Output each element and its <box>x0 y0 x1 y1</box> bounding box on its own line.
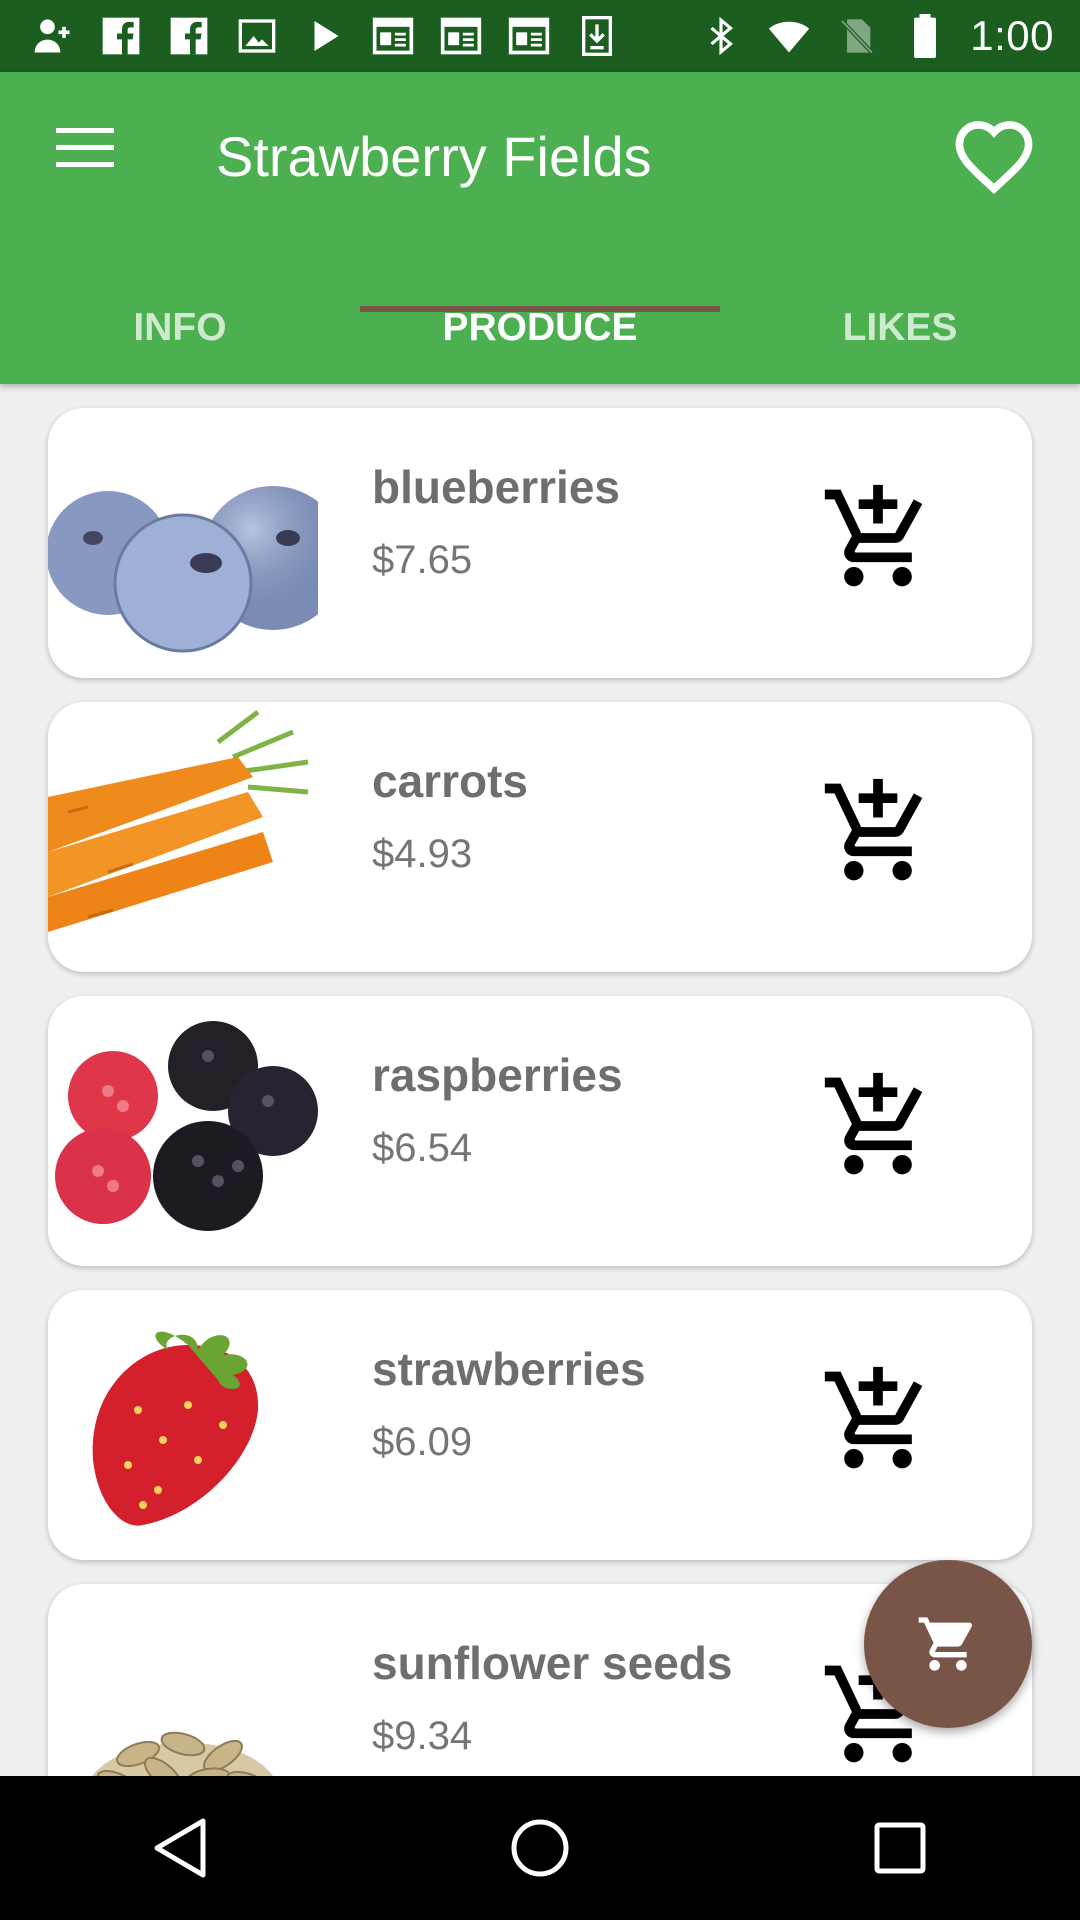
wifi-icon <box>766 13 812 59</box>
menu-button[interactable] <box>40 112 130 184</box>
product-name: sunflower seeds <box>372 1637 733 1689</box>
product-price: $6.54 <box>372 1126 473 1170</box>
product-name: strawberries <box>372 1343 646 1395</box>
strawberry-photo <box>48 1290 318 1560</box>
list-item[interactable]: strawberries $6.09 <box>48 1290 1032 1560</box>
system-icons: 1:00 <box>698 12 1080 60</box>
home-button[interactable] <box>485 1793 595 1903</box>
add-to-cart-button[interactable] <box>820 480 936 596</box>
shopping-cart-icon <box>918 1617 972 1671</box>
add-to-cart-button[interactable] <box>820 1068 936 1184</box>
tab-bar: INFO PRODUCE LIKES <box>0 272 1080 384</box>
sunflower-seeds-photo <box>48 1584 318 1776</box>
favorite-button[interactable] <box>944 106 1044 206</box>
view-cart-button[interactable] <box>864 1560 1032 1728</box>
tab-info[interactable]: INFO <box>0 272 360 384</box>
product-name: blueberries <box>372 461 620 513</box>
list-item[interactable]: carrots $4.93 <box>48 702 1032 972</box>
no-sim-icon <box>834 13 880 59</box>
raspberries-photo <box>48 996 318 1266</box>
facebook-icon <box>98 13 144 59</box>
list-item[interactable]: blueberries $7.65 <box>48 408 1032 678</box>
clock: 1:00 <box>970 12 1054 59</box>
back-button[interactable] <box>125 1793 235 1903</box>
carrots-photo <box>48 702 318 972</box>
hamburger-menu-icon <box>56 128 114 167</box>
product-price: $4.93 <box>372 832 473 876</box>
product-name: raspberries <box>372 1049 623 1101</box>
tab-produce[interactable]: PRODUCE <box>360 272 720 384</box>
tab-likes[interactable]: LIKES <box>720 272 1080 384</box>
recents-button[interactable] <box>845 1793 955 1903</box>
news-icon <box>506 13 552 59</box>
heart-outline-icon <box>955 121 1033 194</box>
blueberries-photo <box>48 408 345 678</box>
add-to-cart-button[interactable] <box>820 1362 936 1478</box>
facebook-icon <box>166 13 212 59</box>
recents-icon <box>874 1822 926 1874</box>
product-name: carrots <box>372 755 528 807</box>
product-price: $9.34 <box>372 1714 473 1758</box>
news-icon <box>438 13 484 59</box>
app-title: Strawberry Fields <box>216 125 652 188</box>
status-bar: 1:00 <box>0 0 1080 72</box>
notification-icons <box>0 13 620 59</box>
add-to-cart-button[interactable] <box>820 774 936 890</box>
back-icon <box>154 1818 206 1878</box>
tab-indicator <box>360 306 720 312</box>
product-price: $7.65 <box>372 538 473 582</box>
add-shopping-cart-icon <box>824 778 923 881</box>
news-icon <box>370 13 416 59</box>
home-icon <box>511 1819 569 1877</box>
list-item[interactable]: raspberries $6.54 <box>48 996 1032 1266</box>
bluetooth-icon <box>698 13 744 59</box>
download-icon <box>574 13 620 59</box>
system-navigation-bar <box>0 1776 1080 1920</box>
add-shopping-cart-icon <box>824 1072 923 1175</box>
add-contact-icon <box>30 13 76 59</box>
add-shopping-cart-icon <box>824 1366 923 1469</box>
product-price: $6.09 <box>372 1420 473 1464</box>
play-store-icon <box>302 13 348 59</box>
image-icon <box>234 13 280 59</box>
battery-icon <box>902 13 948 59</box>
add-shopping-cart-icon <box>824 484 923 587</box>
app-bar: Strawberry Fields INFO PRODUCE LIKES <box>0 72 1080 384</box>
